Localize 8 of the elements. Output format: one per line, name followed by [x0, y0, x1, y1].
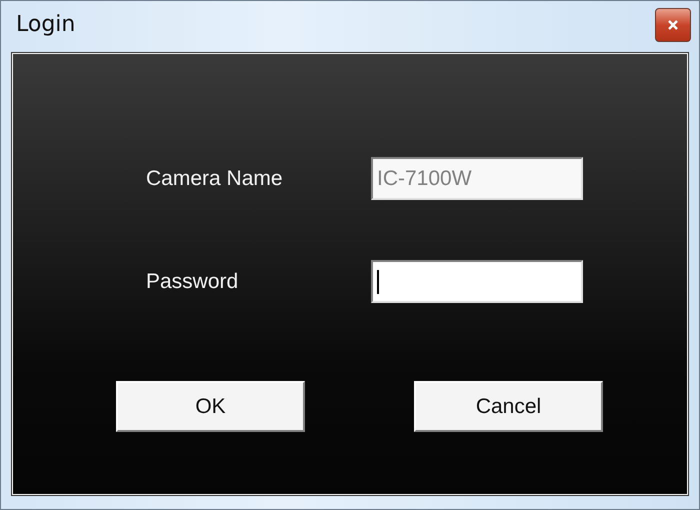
field-label: Password: [146, 270, 240, 294]
field-label: Camera Name: [146, 166, 284, 190]
dialog-button[interactable]: OK: [116, 381, 305, 432]
close-icon: [668, 20, 678, 30]
dialog-button[interactable]: Cancel: [414, 381, 603, 432]
close-button[interactable]: [655, 8, 691, 42]
window-title: Login: [16, 12, 76, 36]
input-field[interactable]: [371, 260, 583, 303]
